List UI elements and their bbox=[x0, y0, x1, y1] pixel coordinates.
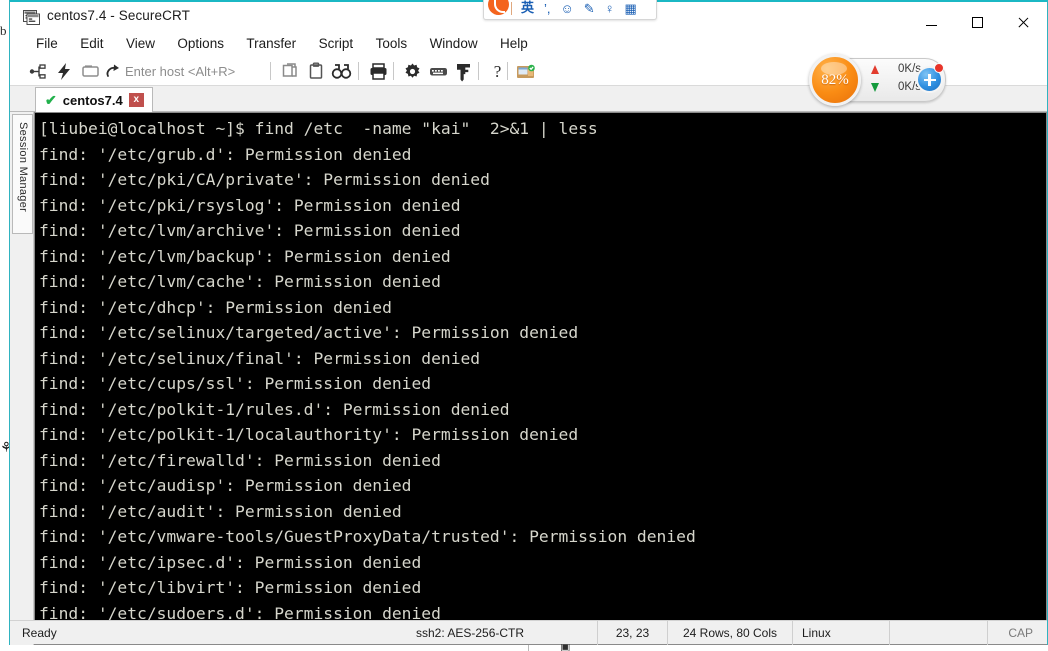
maximize-icon bbox=[971, 17, 983, 28]
terminal-line: find: '/etc/cups/ssl': Permission denied bbox=[39, 374, 432, 393]
keymap-editor-icon[interactable] bbox=[428, 61, 449, 82]
session-manager-label: Session Manager bbox=[17, 122, 29, 213]
desktop-icon-partial-bottom: ⚘ bbox=[0, 439, 9, 455]
desktop-icon-partial-top: b bbox=[0, 23, 7, 38]
menu-item-transfer[interactable]: Transfer bbox=[237, 33, 305, 56]
connect-icon[interactable] bbox=[27, 61, 48, 82]
toolbar-separator-5 bbox=[507, 62, 508, 80]
status-emulation: Linux bbox=[792, 620, 889, 645]
desktop-root: b ⚘ centos7.4 - SecureCRT File Edit View… bbox=[0, 0, 1048, 651]
status-cursor-position: 23, 23 bbox=[597, 620, 667, 645]
toolbar-separator-3 bbox=[393, 62, 394, 80]
window-title: centos7.4 - SecureCRT bbox=[47, 8, 190, 23]
status-spacer bbox=[889, 620, 987, 645]
terminal-line: find: '/etc/libvirt': Permission denied bbox=[39, 578, 422, 597]
status-bar: Ready ssh2: AES-256-CTR 23, 23 24 Rows, … bbox=[10, 620, 1047, 645]
terminal-line: find: '/etc/selinux/final': Permission d… bbox=[39, 348, 481, 368]
minimize-button[interactable] bbox=[908, 2, 954, 32]
tab-close-button[interactable]: x bbox=[128, 93, 144, 107]
desktop-left-strip: b ⚘ bbox=[0, 0, 9, 651]
terminal-line: find: '/etc/pki/rsyslog': Permission den… bbox=[39, 195, 461, 215]
ime-toolbar[interactable]: 英 ’, ☺ ✎ ♀ ▦ bbox=[483, 0, 657, 20]
menu-item-tools[interactable]: Tools bbox=[367, 33, 417, 56]
ime-mode-chinese[interactable]: 英 bbox=[516, 0, 539, 18]
sftp-transfer-icon[interactable] bbox=[515, 61, 536, 82]
toolbar-separator bbox=[270, 62, 271, 80]
reconnect-icon[interactable] bbox=[103, 61, 124, 82]
ime-separator bbox=[511, 2, 512, 15]
terminal-output: [liubei@localhost ~]$ find /etc -name "k… bbox=[39, 116, 1046, 644]
taskbar-sliver bbox=[528, 645, 1048, 651]
terminal-line: [liubei@localhost ~]$ find /etc -name "k… bbox=[39, 119, 598, 138]
menu-bar: File Edit View Options Transfer Script T… bbox=[10, 33, 1047, 57]
quick-connect-icon[interactable] bbox=[54, 61, 75, 82]
toolbar-separator-4 bbox=[478, 62, 479, 80]
tab-label: centos7.4 bbox=[62, 92, 123, 108]
terminal-line: find: '/etc/pki/CA/private': Permission … bbox=[39, 170, 490, 189]
taskbar-item-partial: ▣ bbox=[560, 644, 571, 651]
close-button[interactable] bbox=[1000, 2, 1046, 32]
terminal-line: find: '/etc/vmware-tools/GuestProxyData/… bbox=[39, 527, 696, 546]
ime-handwriting-icon[interactable]: ✎ bbox=[579, 0, 600, 18]
connect-sftp-tab-icon[interactable] bbox=[80, 61, 101, 82]
session-manager-rail[interactable]: Session Manager bbox=[10, 112, 34, 645]
key-icon[interactable] bbox=[453, 61, 474, 82]
terminal-line: find: '/etc/dhcp': Permission denied bbox=[39, 297, 392, 317]
menu-item-view[interactable]: View bbox=[117, 33, 164, 56]
status-caps-lock: CAP bbox=[987, 620, 1047, 645]
accelerator-ball[interactable]: 82% bbox=[809, 54, 861, 106]
minimize-icon bbox=[925, 25, 937, 26]
session-manager-tab[interactable]: Session Manager bbox=[12, 114, 33, 234]
ime-emoji-icon[interactable]: ☺ bbox=[556, 0, 579, 18]
print-icon[interactable] bbox=[368, 61, 389, 82]
check-icon: ✔ bbox=[45, 92, 57, 108]
tab-centos7-4[interactable]: ✔ centos7.4 x bbox=[35, 87, 153, 112]
maximize-button[interactable] bbox=[954, 2, 1000, 32]
help-icon[interactable]: ? bbox=[487, 61, 508, 82]
svg-text:?: ? bbox=[494, 62, 502, 81]
terminal-screen[interactable]: [liubei@localhost ~]$ find /etc -name "k… bbox=[34, 112, 1047, 645]
terminal-line: find: '/etc/firewalld': Permission denie… bbox=[39, 450, 441, 470]
terminal-line: find: '/etc/grub.d': Permission denied bbox=[39, 144, 412, 164]
notification-dot bbox=[934, 63, 944, 73]
copy-icon[interactable] bbox=[280, 61, 301, 82]
terminal-window-icon bbox=[23, 9, 40, 26]
terminal-line: find: '/etc/polkit-1/localauthority': Pe… bbox=[39, 425, 579, 444]
ime-punctuation[interactable]: ’, bbox=[539, 0, 556, 18]
find-icon[interactable] bbox=[331, 61, 352, 82]
ime-toolbox-icon[interactable]: ▦ bbox=[619, 0, 641, 18]
terminal-line: find: '/etc/lvm/archive': Permission den… bbox=[39, 221, 461, 240]
terminal-line: find: '/etc/lvm/backup': Permission deni… bbox=[39, 246, 451, 266]
terminal-line: find: '/etc/lvm/cache': Permission denie… bbox=[39, 272, 441, 291]
menu-item-edit[interactable]: Edit bbox=[71, 33, 112, 56]
memory-percent-label: 82% bbox=[821, 72, 849, 88]
menu-item-file[interactable]: File bbox=[27, 33, 67, 56]
network-speed-widget[interactable]: 82% 0K/s 0K/s bbox=[809, 54, 946, 106]
sogou-ime-logo[interactable] bbox=[484, 0, 510, 19]
paste-icon[interactable] bbox=[306, 61, 327, 82]
status-encryption: ssh2: AES-256-CTR bbox=[416, 625, 525, 640]
status-screen-size: 24 Rows, 80 Cols bbox=[667, 620, 792, 645]
terminal-line: find: '/etc/audit': Permission denied bbox=[39, 501, 402, 521]
arrow-up-icon bbox=[871, 65, 879, 74]
arrow-down-icon bbox=[871, 83, 879, 92]
terminal-line: find: '/etc/ipsec.d': Permission denied bbox=[39, 552, 422, 572]
host-input[interactable] bbox=[125, 61, 260, 81]
terminal-line: find: '/etc/audisp': Permission denied bbox=[39, 476, 412, 495]
terminal-line: find: '/etc/selinux/targeted/active': Pe… bbox=[39, 323, 579, 342]
session-options-icon[interactable] bbox=[402, 61, 423, 82]
menu-item-options[interactable]: Options bbox=[168, 33, 233, 56]
terminal-line: find: '/etc/polkit-1/rules.d': Permissio… bbox=[39, 399, 510, 419]
menu-item-help[interactable]: Help bbox=[491, 33, 537, 56]
body-area: Session Manager [liubei@localhost ~]$ fi… bbox=[10, 112, 1047, 645]
ime-voice-icon[interactable]: ♀ bbox=[600, 0, 620, 18]
toolbar-separator-2 bbox=[358, 62, 359, 80]
status-ready: Ready bbox=[22, 625, 57, 640]
menu-item-script[interactable]: Script bbox=[310, 33, 363, 56]
menu-item-window[interactable]: Window bbox=[421, 33, 487, 56]
close-icon bbox=[1017, 16, 1029, 28]
